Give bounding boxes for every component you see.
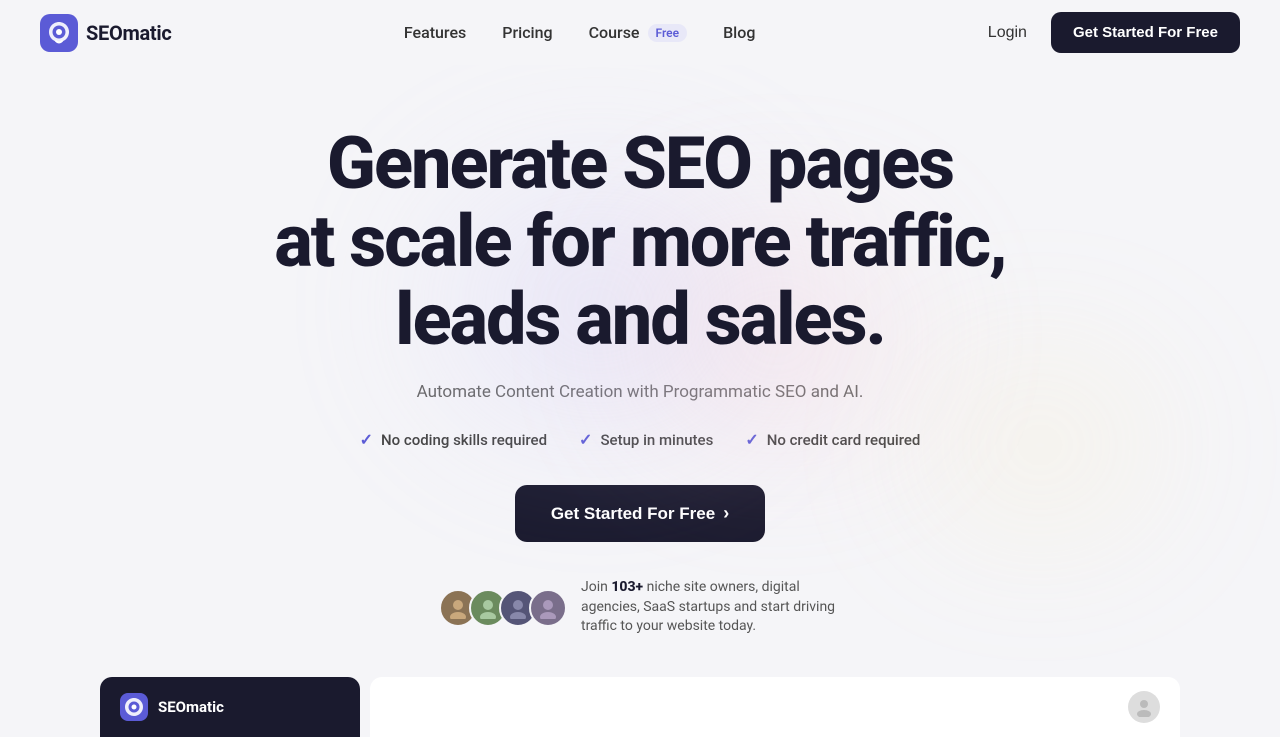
check-icon-2: ✓ <box>579 430 592 449</box>
nav-course-wrapper: Course Free <box>589 23 687 42</box>
avatar-4-img <box>537 597 559 619</box>
hero-checks: ✓ No coding skills required ✓ Setup in m… <box>360 430 921 449</box>
bottom-user-icon <box>1134 697 1154 717</box>
check-item-3: ✓ No credit card required <box>745 430 920 449</box>
nav-links: Features Pricing Course Free Blog <box>404 23 756 42</box>
check-label-1: No coding skills required <box>381 431 547 449</box>
nav-right: Login Get Started For Free <box>988 12 1240 53</box>
login-button[interactable]: Login <box>988 24 1027 42</box>
nav-features[interactable]: Features <box>404 23 466 42</box>
social-text-before: Join <box>581 579 611 595</box>
check-item-2: ✓ Setup in minutes <box>579 430 713 449</box>
avatar-3-img <box>507 597 529 619</box>
social-count: 103+ <box>611 579 643 595</box>
bottom-light-card <box>370 677 1180 737</box>
blob-yellow <box>900 345 1180 545</box>
hero-subtitle: Automate Content Creation with Programma… <box>417 382 864 402</box>
cta-arrow-icon: › <box>723 503 729 524</box>
hero-headline: Generate SEO pages at scale for more tra… <box>274 125 1005 358</box>
logo-link[interactable]: SEOmatic <box>40 14 171 52</box>
headline-line3: leads and sales. <box>395 277 885 362</box>
social-proof-text: Join 103+ niche site owners, digital age… <box>581 578 841 637</box>
nav-cta-button[interactable]: Get Started For Free <box>1051 12 1240 53</box>
nav-pricing[interactable]: Pricing <box>502 23 552 42</box>
check-icon-1: ✓ <box>360 430 373 449</box>
avatar-4 <box>529 589 567 627</box>
logo-text: SEOmatic <box>86 21 171 45</box>
avatars-group <box>439 589 567 627</box>
hero-section: Generate SEO pages at scale for more tra… <box>0 65 1280 677</box>
bottom-logo-text: SEOmatic <box>158 698 224 716</box>
check-label-2: Setup in minutes <box>600 431 713 449</box>
hero-cta-label: Get Started For Free <box>551 504 715 524</box>
hero-cta-button[interactable]: Get Started For Free › <box>515 485 765 542</box>
avatar-2-img <box>477 597 499 619</box>
nav-blog[interactable]: Blog <box>723 23 755 42</box>
check-item-1: ✓ No coding skills required <box>360 430 547 449</box>
nav-course[interactable]: Course <box>589 23 640 42</box>
check-label-3: No credit card required <box>767 431 921 449</box>
social-proof: Join 103+ niche site owners, digital age… <box>439 578 841 637</box>
logo-icon <box>40 14 78 52</box>
free-badge: Free <box>648 24 688 42</box>
headline-line1: Generate SEO pages <box>327 121 953 206</box>
bottom-logo-icon <box>120 693 148 721</box>
bottom-avatar-icon <box>1128 691 1160 723</box>
check-icon-3: ✓ <box>745 430 758 449</box>
bottom-dark-card: SEOmatic <box>100 677 360 737</box>
headline-line2: at scale for more traffic, <box>274 199 1005 284</box>
avatar-1-img <box>447 597 469 619</box>
navbar: SEOmatic Features Pricing Course Free Bl… <box>0 0 1280 65</box>
bottom-partial: SEOmatic <box>0 677 1280 737</box>
